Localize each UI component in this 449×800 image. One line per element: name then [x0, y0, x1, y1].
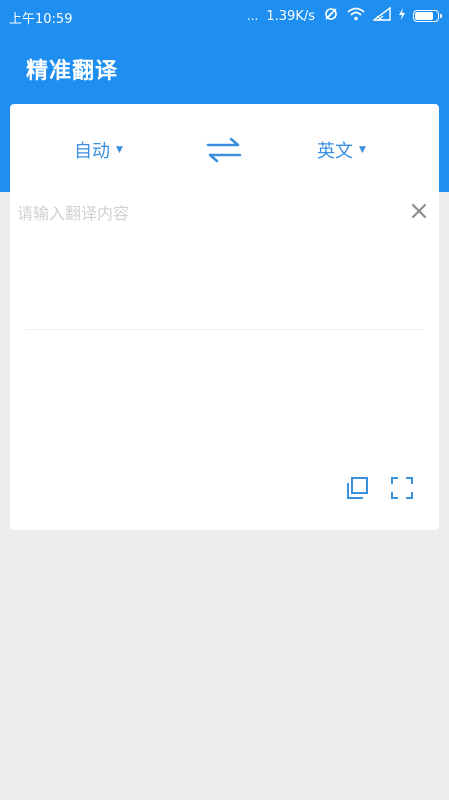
target-language-label: 英文	[317, 141, 353, 162]
network-speed: 1.39K/s	[266, 8, 315, 24]
fullscreen-icon[interactable]	[390, 476, 414, 500]
battery-icon	[413, 10, 442, 22]
more-dots: ...	[246, 9, 259, 23]
copy-icon[interactable]	[345, 476, 369, 500]
sync-icon	[323, 6, 339, 26]
source-language-select[interactable]: 自动 ▼	[74, 137, 123, 163]
swap-arrows-icon[interactable]	[206, 136, 242, 164]
charging-icon	[399, 8, 405, 24]
signal-icon	[371, 6, 391, 25]
translate-card: 自动 ▼ 英文 ▼	[10, 104, 439, 530]
page-title: 精准翻译	[26, 59, 119, 84]
chevron-down-icon: ▼	[116, 145, 123, 155]
source-language-label: 自动	[74, 141, 110, 162]
target-language-select[interactable]: 英文 ▼	[317, 137, 366, 163]
status-bar: 上午10:59 ... 1.39K/s	[0, 0, 449, 32]
language-selector-row: 自动 ▼ 英文 ▼	[10, 104, 439, 194]
close-icon[interactable]	[410, 202, 428, 220]
divider	[26, 329, 424, 330]
wifi-icon	[347, 7, 365, 25]
chevron-down-icon: ▼	[359, 145, 366, 155]
status-time: 上午10:59	[9, 12, 73, 27]
status-indicators: ... 1.39K/s	[246, 6, 442, 26]
translate-input[interactable]	[17, 200, 412, 320]
